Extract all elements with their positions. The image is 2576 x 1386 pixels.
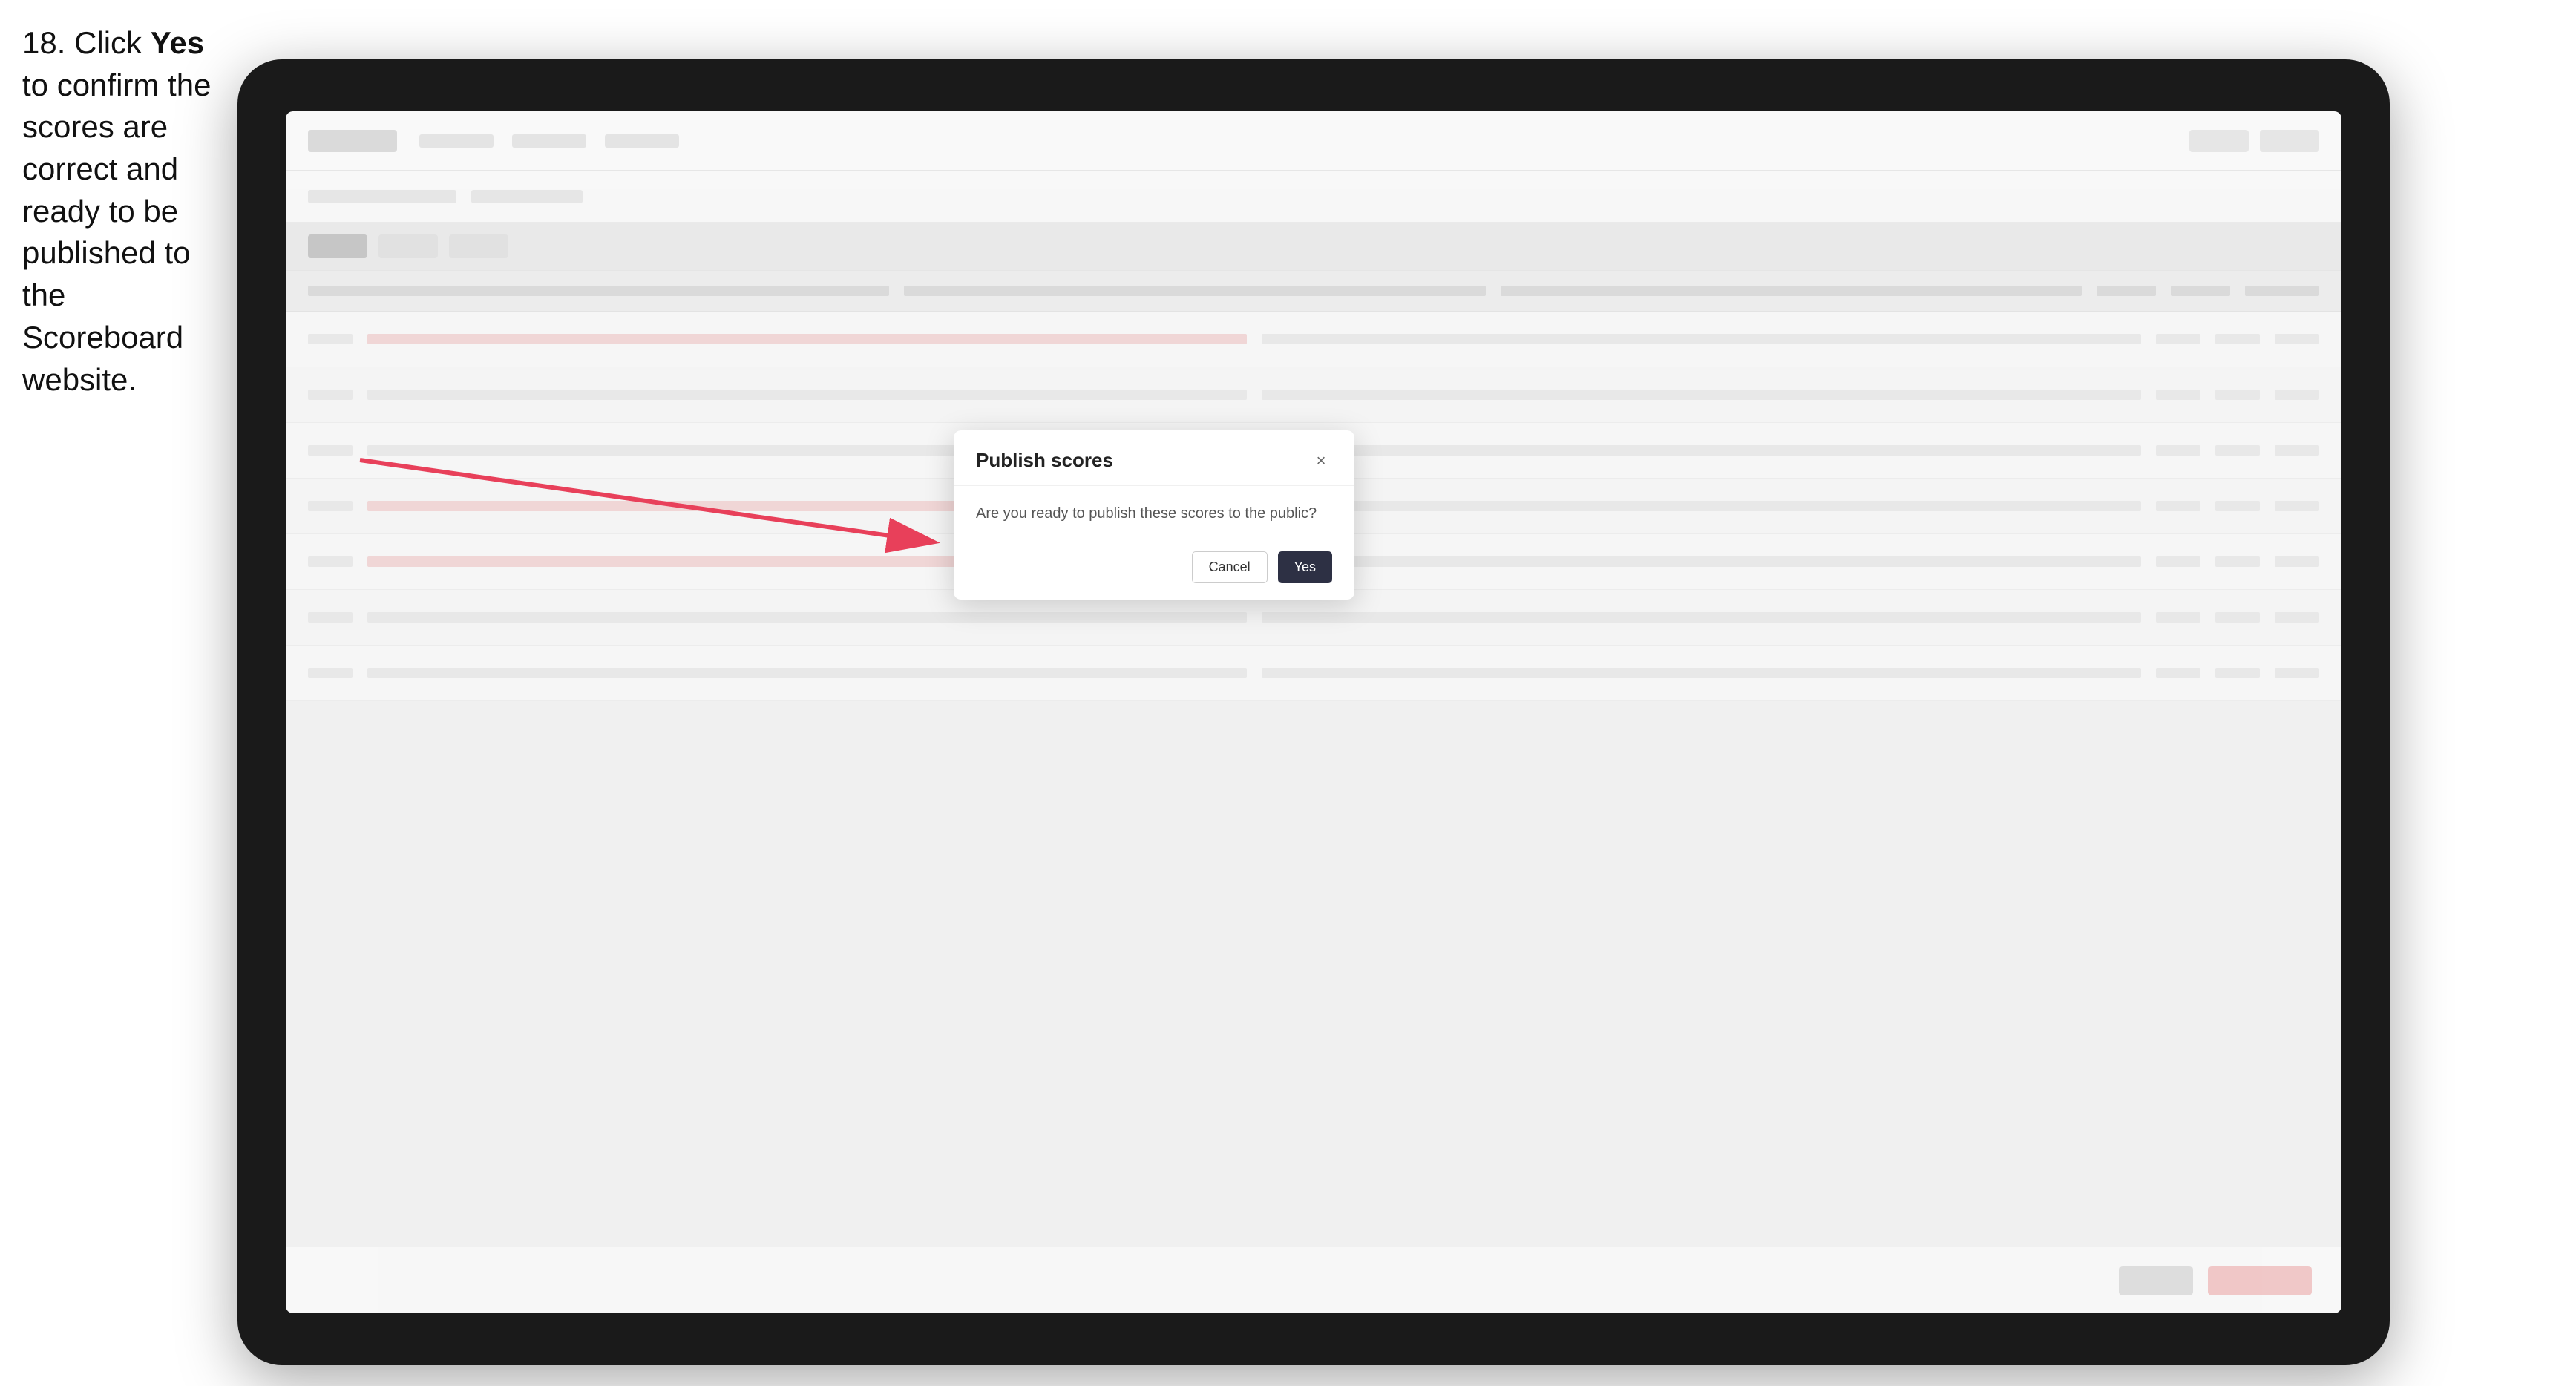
cell-2 <box>1262 612 2141 623</box>
cell-3 <box>2156 612 2200 623</box>
cell-5 <box>2275 612 2319 623</box>
cell-4 <box>2215 556 2260 567</box>
modal-header: Publish scores × <box>954 430 1354 486</box>
col-header-2 <box>904 286 1485 296</box>
cell-3 <box>2156 334 2200 344</box>
nav-item-3 <box>605 134 679 148</box>
close-icon: × <box>1317 451 1326 470</box>
cell-5 <box>2275 390 2319 400</box>
cell-2 <box>1262 334 2141 344</box>
cell-3 <box>2156 668 2200 678</box>
cell-4 <box>2215 390 2260 400</box>
tablet-device: Publish scores × Are you ready to publis… <box>237 59 2390 1365</box>
cell-2 <box>1262 668 2141 678</box>
table-row <box>286 646 2341 701</box>
tablet-screen: Publish scores × Are you ready to publis… <box>286 111 2341 1313</box>
nav-right <box>2189 130 2319 152</box>
cell-num <box>308 334 353 344</box>
cell-5 <box>2275 334 2319 344</box>
table-row <box>286 312 2341 367</box>
modal-message: Are you ready to publish these scores to… <box>976 502 1332 525</box>
cell-4 <box>2215 668 2260 678</box>
sub-header <box>286 171 2341 223</box>
bold-yes: Yes <box>151 25 204 60</box>
nav-item-1 <box>419 134 494 148</box>
cell-num <box>308 668 353 678</box>
bottom-btn-publish <box>2208 1266 2312 1295</box>
after-text: to confirm the scores are correct and re… <box>22 68 211 397</box>
cancel-button[interactable]: Cancel <box>1192 551 1268 583</box>
cell-name <box>367 668 1247 678</box>
col-header-3 <box>1501 286 2082 296</box>
table-row <box>286 367 2341 423</box>
cell-4 <box>2215 334 2260 344</box>
col-header-1 <box>308 286 889 296</box>
cell-4 <box>2215 501 2260 511</box>
cell-5 <box>2275 668 2319 678</box>
step-number: 18. <box>22 25 65 60</box>
cell-3 <box>2156 501 2200 511</box>
cell-num <box>308 501 353 511</box>
table-toolbar <box>286 223 2341 271</box>
cell-5 <box>2275 556 2319 567</box>
cell-5 <box>2275 445 2319 456</box>
toolbar-btn-1 <box>378 234 438 258</box>
modal-title: Publish scores <box>976 449 1113 472</box>
col-header-6 <box>2245 286 2319 296</box>
cell-2 <box>1262 556 2141 567</box>
breadcrumb-1 <box>308 190 456 203</box>
modal-footer: Cancel Yes <box>954 539 1354 600</box>
instruction-text: 18. Click Yes to confirm the scores are … <box>22 22 230 401</box>
toolbar-btn-2 <box>449 234 508 258</box>
cell-2 <box>1262 445 2141 456</box>
cell-num <box>308 612 353 623</box>
table-area <box>286 223 2341 1247</box>
yes-button[interactable]: Yes <box>1278 551 1332 583</box>
modal-body: Are you ready to publish these scores to… <box>954 486 1354 539</box>
col-header-5 <box>2171 286 2230 296</box>
cell-4 <box>2215 612 2260 623</box>
nav-btn-1 <box>2189 130 2249 152</box>
toolbar-btn-publish <box>308 234 367 258</box>
col-header-4 <box>2097 286 2156 296</box>
nav-btn-2 <box>2260 130 2319 152</box>
cell-num <box>308 390 353 400</box>
breadcrumb-2 <box>471 190 583 203</box>
nav-item-2 <box>512 134 586 148</box>
cell-name <box>367 390 1247 400</box>
cell-name <box>367 612 1247 623</box>
nav-logo <box>308 130 397 152</box>
modal-close-button[interactable]: × <box>1310 450 1332 472</box>
cell-num <box>308 445 353 456</box>
cell-2 <box>1262 501 2141 511</box>
cell-5 <box>2275 501 2319 511</box>
bottom-bar <box>286 1247 2341 1313</box>
cell-3 <box>2156 390 2200 400</box>
cell-2 <box>1262 390 2141 400</box>
cell-3 <box>2156 556 2200 567</box>
table-header <box>286 271 2341 312</box>
bottom-btn-back <box>2119 1266 2193 1295</box>
modal-dialog: Publish scores × Are you ready to publis… <box>954 430 1354 600</box>
cell-name <box>367 334 1247 344</box>
cell-num <box>308 556 353 567</box>
intro-text: Click <box>65 25 150 60</box>
cell-4 <box>2215 445 2260 456</box>
cell-3 <box>2156 445 2200 456</box>
nav-items <box>419 134 2167 148</box>
top-nav <box>286 111 2341 171</box>
